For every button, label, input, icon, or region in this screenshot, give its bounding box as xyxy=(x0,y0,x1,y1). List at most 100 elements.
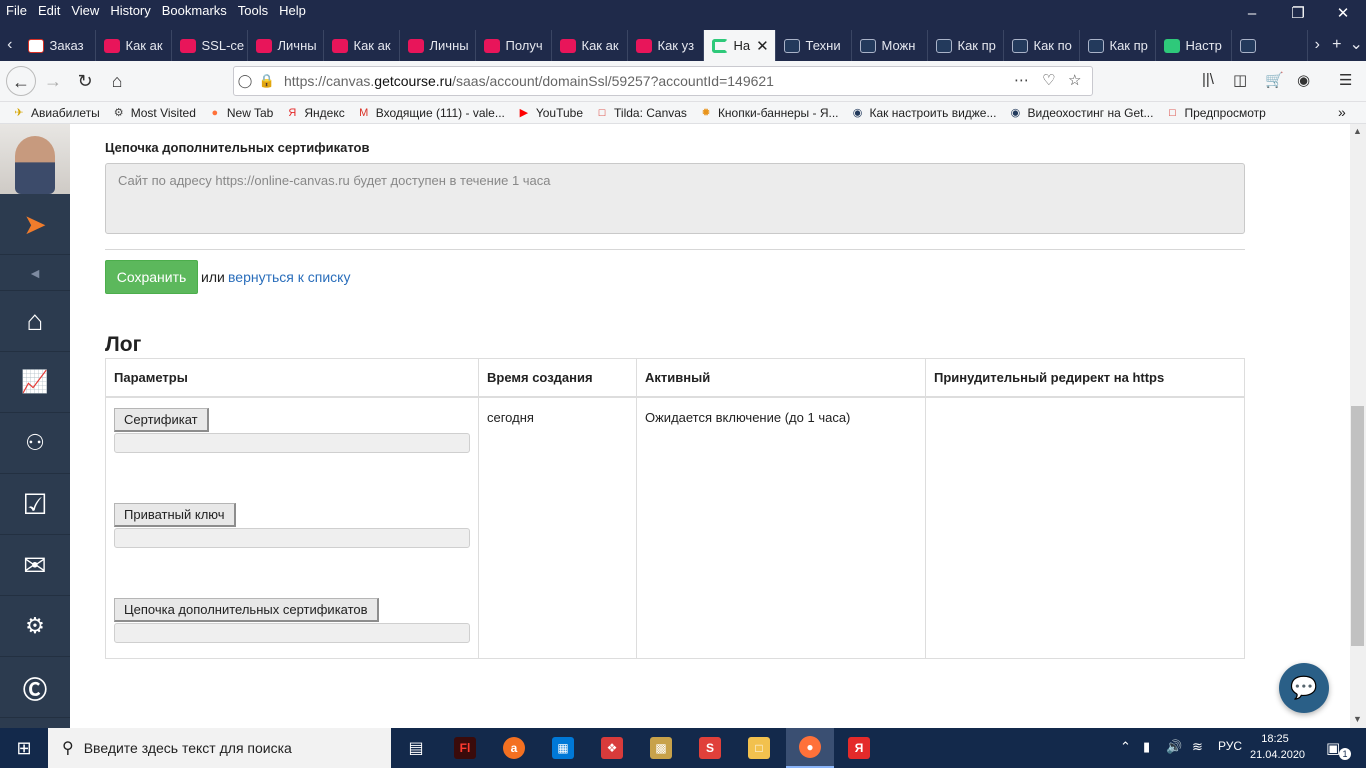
url-text[interactable]: https://canvas.getcourse.ru/saas/account… xyxy=(284,73,774,89)
bookmark-star-icon[interactable]: ☆ xyxy=(1068,71,1081,89)
save-button[interactable]: Сохранить xyxy=(105,260,198,294)
rocket-icon[interactable]: ➤ xyxy=(0,194,70,255)
url-bar[interactable]: ◯ 🔒 https://canvas.getcourse.ru/saas/acc… xyxy=(233,66,1093,96)
browser-tab[interactable]: Как ак xyxy=(324,30,400,61)
getcourse-logo-icon[interactable]: Ⓒ xyxy=(0,657,70,718)
cart-icon[interactable]: 🛒 xyxy=(1265,71,1284,89)
menu-view[interactable]: View xyxy=(65,0,104,20)
firefox-app-icon[interactable]: ● xyxy=(786,728,834,768)
yandex-app-icon[interactable]: Я xyxy=(835,728,883,768)
browser-tab[interactable]: На ✕ xyxy=(703,30,776,61)
bookmark-item[interactable]: ⚙ Most Visited xyxy=(112,106,196,120)
menu-help[interactable]: Help xyxy=(273,0,311,20)
browser-tab[interactable]: Как пр xyxy=(1080,30,1156,61)
scroll-down-icon[interactable]: ▼ xyxy=(1353,714,1362,724)
menu-bookmarks[interactable]: Bookmarks xyxy=(156,0,232,20)
certificate-input[interactable] xyxy=(114,432,470,453)
shield-icon[interactable]: ◯ xyxy=(234,73,256,89)
close-window-icon[interactable]: ✕ xyxy=(1320,2,1366,26)
minimize-icon[interactable]: – xyxy=(1229,2,1275,26)
reload-icon[interactable]: ↻ xyxy=(70,66,100,96)
menu-tools[interactable]: Tools xyxy=(232,0,273,20)
browser-tab[interactable]: Как по xyxy=(1004,30,1080,61)
home-icon[interactable]: ⌂ xyxy=(0,291,70,352)
browser-tab[interactable]: Как уз xyxy=(628,30,704,61)
windows-start-icon[interactable]: ⊞ xyxy=(0,728,48,768)
browser-tab[interactable]: Заказ xyxy=(20,30,96,61)
menu-history[interactable]: History xyxy=(104,0,155,20)
mail-icon[interactable]: ✉ xyxy=(0,535,70,596)
browser-tab[interactable]: Как ак xyxy=(552,30,628,61)
menu-file[interactable]: File xyxy=(0,0,32,20)
menu-edit[interactable]: Edit xyxy=(32,0,65,20)
archive-app-icon[interactable]: ▩ xyxy=(637,728,685,768)
sidebar-toggle-icon[interactable]: ◫ xyxy=(1233,71,1247,89)
browser-tab[interactable] xyxy=(1232,30,1308,61)
private-key-input[interactable] xyxy=(114,527,470,548)
bookmarks-overflow-icon[interactable]: » xyxy=(1338,104,1346,120)
back-to-list-link[interactable]: вернуться к списку xyxy=(228,269,350,285)
megaphone-icon[interactable]: ◄ xyxy=(0,255,70,291)
browser-tab[interactable]: Личны xyxy=(248,30,324,61)
new-tab-icon[interactable]: + xyxy=(1327,30,1347,61)
scroll-up-icon[interactable]: ▲ xyxy=(1353,126,1362,136)
forward-icon[interactable]: → xyxy=(38,66,68,96)
chat-button[interactable]: 💬 xyxy=(1279,663,1329,713)
avast-app-icon[interactable]: a xyxy=(490,728,538,768)
network-icon[interactable]: ≋ xyxy=(1192,739,1203,755)
taskbar-search[interactable]: ⚲ Введите здесь текст для поиска xyxy=(48,728,391,768)
pocket-icon[interactable]: ♡ xyxy=(1042,71,1055,89)
users-icon[interactable]: ⚇ xyxy=(0,413,70,474)
browser-tab[interactable]: Настр xyxy=(1156,30,1232,61)
page-actions-icon[interactable]: ⋯ xyxy=(1014,71,1029,89)
file-explorer-icon[interactable]: □ xyxy=(735,728,783,768)
chain-input[interactable] xyxy=(114,622,470,643)
browser-tab[interactable]: SSL-се xyxy=(172,30,248,61)
bookmark-item[interactable]: M Входящие (111) - vale... xyxy=(357,106,505,120)
gift-app-icon[interactable]: ❖ xyxy=(588,728,636,768)
task-view-icon[interactable]: ▤ xyxy=(392,728,440,768)
browser-tab[interactable]: Как ак xyxy=(96,30,172,61)
store-app-icon[interactable]: ▦ xyxy=(539,728,587,768)
scrollbar-thumb[interactable] xyxy=(1351,406,1364,646)
chain-textarea[interactable]: Сайт по адресу https://online-canvas.ru … xyxy=(105,163,1245,234)
volume-icon[interactable]: 🔊 xyxy=(1166,739,1182,755)
settings-icon[interactable]: ⚙ xyxy=(0,596,70,657)
tray-expand-icon[interactable]: ⌃ xyxy=(1120,739,1131,755)
clock[interactable]: 18:25 21.04.2020 xyxy=(1250,731,1305,763)
bookmark-item[interactable]: ▶ YouTube xyxy=(517,106,583,120)
tasks-icon[interactable]: ☑ xyxy=(0,474,70,535)
bookmark-item[interactable]: ◉ Как настроить видже... xyxy=(851,106,997,120)
library-icon[interactable]: ||\ xyxy=(1202,71,1214,88)
lock-icon[interactable]: 🔒 xyxy=(256,73,278,89)
bookmark-item[interactable]: ● New Tab xyxy=(208,106,274,120)
close-tab-icon[interactable]: ✕ xyxy=(756,37,769,55)
battery-icon[interactable]: ▮ xyxy=(1143,739,1150,755)
avatar[interactable] xyxy=(0,124,70,194)
browser-tab[interactable]: Личны xyxy=(400,30,476,61)
home-icon[interactable]: ⌂ xyxy=(102,66,132,96)
tab-list-icon[interactable]: ⌄ xyxy=(1347,30,1366,61)
chain-button[interactable]: Цепочка дополнительных сертификатов xyxy=(114,597,379,622)
tabs-scroll-left-icon[interactable]: ‹ xyxy=(0,30,20,61)
bookmark-item[interactable]: □ Предпросмотр xyxy=(1165,106,1266,120)
browser-tab[interactable]: Как пр xyxy=(928,30,1004,61)
s-app-icon[interactable]: S xyxy=(686,728,734,768)
chart-icon[interactable]: 📈 xyxy=(0,352,70,413)
hamburger-menu-icon[interactable]: ☰ xyxy=(1339,71,1352,89)
browser-tab[interactable]: Получ xyxy=(476,30,552,61)
account-icon[interactable]: ◉ xyxy=(1297,71,1310,89)
browser-tab[interactable]: Техни xyxy=(776,30,852,61)
bookmark-item[interactable]: Я Яндекс xyxy=(285,106,344,120)
private-key-button[interactable]: Приватный ключ xyxy=(114,502,236,527)
restore-icon[interactable]: ❐ xyxy=(1275,2,1321,26)
back-icon[interactable]: ← xyxy=(6,66,36,96)
bookmark-item[interactable]: ✹ Кнопки-баннеры - Я... xyxy=(699,106,838,120)
certificate-button[interactable]: Сертификат xyxy=(114,407,209,432)
browser-tab[interactable]: Можн xyxy=(852,30,928,61)
language-indicator[interactable]: РУС xyxy=(1218,739,1242,753)
flash-app-icon[interactable]: Fl xyxy=(441,728,489,768)
bookmark-item[interactable]: ✈ Авиабилеты xyxy=(12,106,99,120)
bookmark-item[interactable]: ◉ Видеохостинг на Get... xyxy=(1008,106,1154,120)
tabs-scroll-right-icon[interactable]: › xyxy=(1308,30,1328,61)
